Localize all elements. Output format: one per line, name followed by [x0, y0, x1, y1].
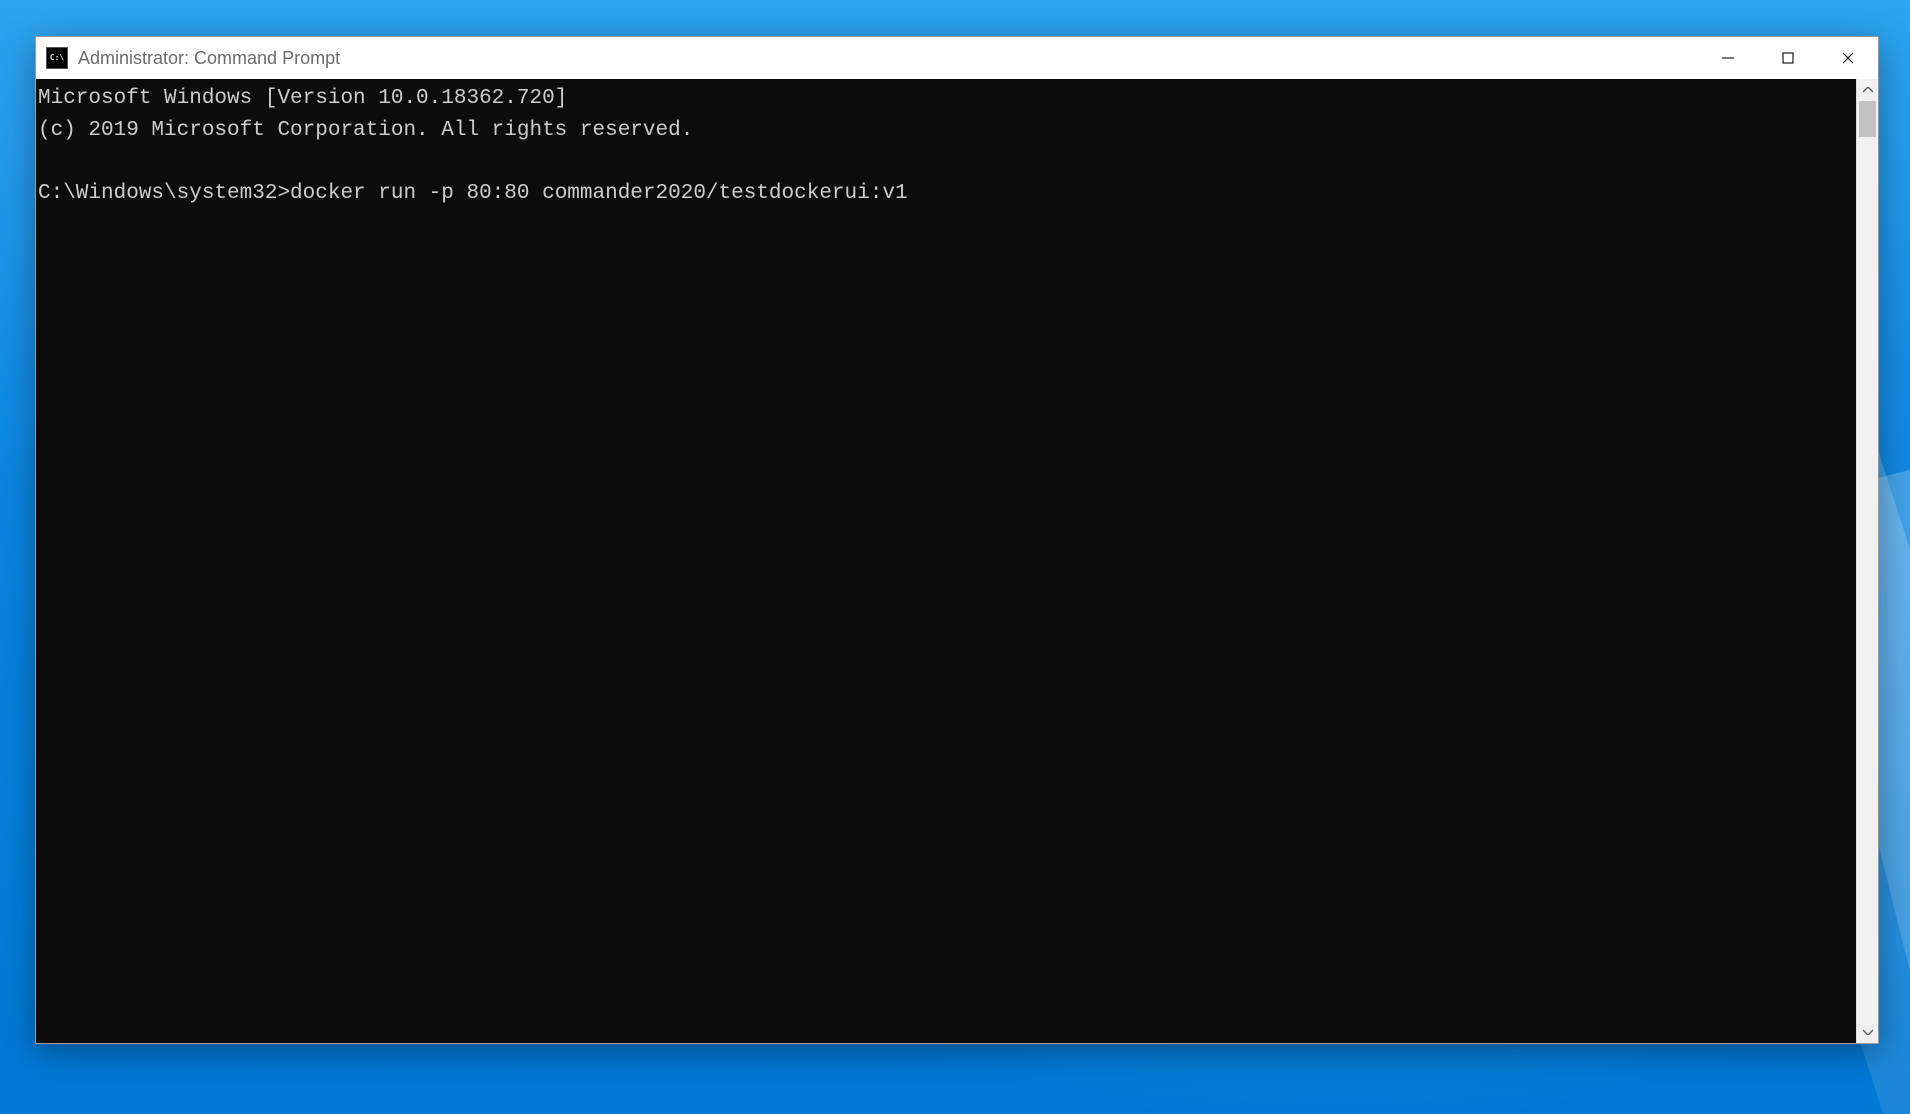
window-title: Administrator: Command Prompt: [78, 48, 340, 69]
vertical-scrollbar[interactable]: [1856, 79, 1878, 1043]
chevron-down-icon: [1863, 1029, 1873, 1035]
minimize-button[interactable]: [1698, 37, 1758, 79]
command-prompt-window: Administrator: Command Prompt Mi: [35, 36, 1879, 1044]
terminal-line-copyright: (c) 2019 Microsoft Corporation. All righ…: [38, 119, 693, 142]
scroll-up-button[interactable]: [1857, 79, 1878, 101]
close-button[interactable]: [1818, 37, 1878, 79]
scroll-track[interactable]: [1857, 101, 1878, 1021]
scroll-thumb[interactable]: [1859, 101, 1876, 137]
maximize-icon: [1781, 51, 1795, 65]
window-controls: [1698, 37, 1878, 79]
terminal-output[interactable]: Microsoft Windows [Version 10.0.18362.72…: [36, 79, 1856, 1043]
scroll-down-button[interactable]: [1857, 1021, 1878, 1043]
terminal-line-version: Microsoft Windows [Version 10.0.18362.72…: [38, 87, 567, 110]
maximize-button[interactable]: [1758, 37, 1818, 79]
window-body: Microsoft Windows [Version 10.0.18362.72…: [36, 79, 1878, 1043]
terminal-command: docker run -p 80:80 commander2020/testdo…: [290, 182, 908, 205]
minimize-icon: [1721, 51, 1735, 65]
cmd-icon: [46, 47, 68, 69]
chevron-up-icon: [1863, 87, 1873, 93]
titlebar[interactable]: Administrator: Command Prompt: [36, 37, 1878, 79]
close-icon: [1841, 51, 1855, 65]
terminal-prompt: C:\Windows\system32>: [38, 182, 290, 205]
